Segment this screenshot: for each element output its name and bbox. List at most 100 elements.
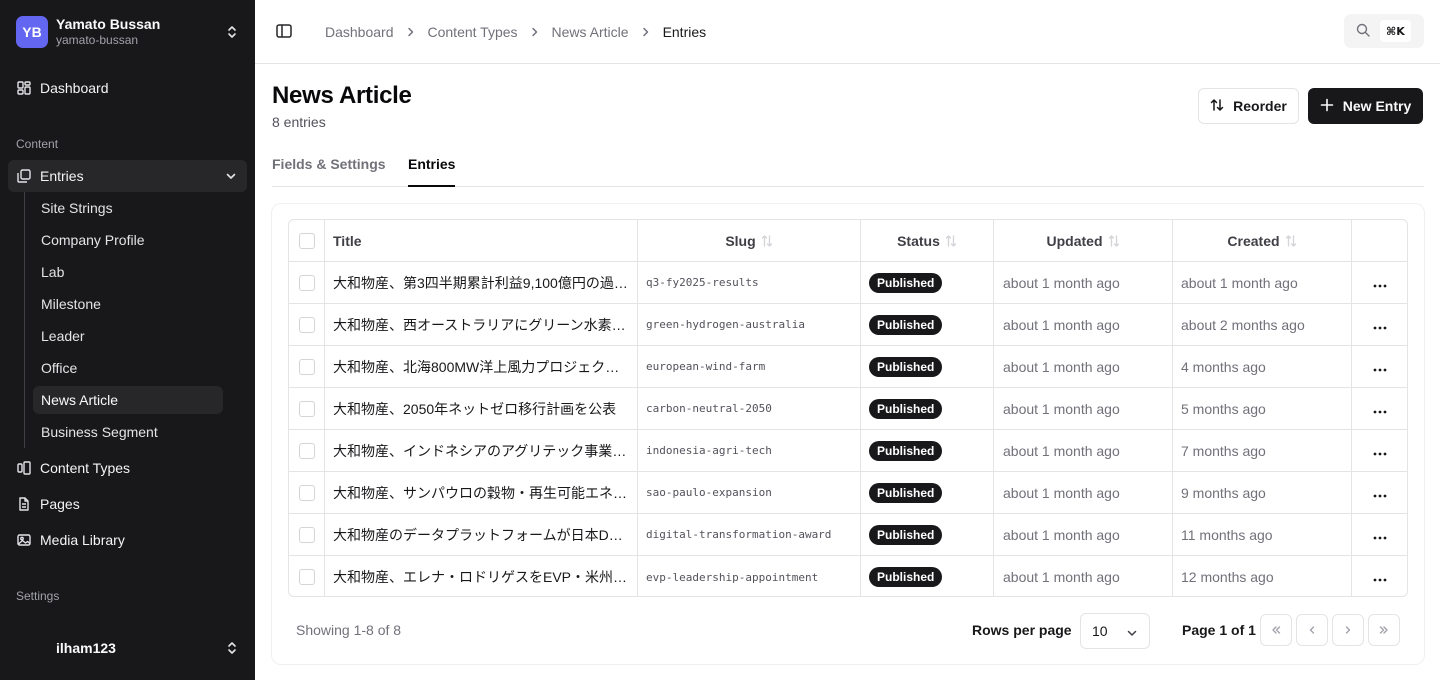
more-actions-icon[interactable] (1373, 317, 1387, 333)
entry-slug: evp-leadership-appointment (646, 570, 819, 584)
row-checkbox[interactable] (298, 484, 315, 501)
chevrons-right-icon (1379, 626, 1388, 634)
sidebar-item-news-article[interactable]: News Article (33, 386, 223, 414)
more-actions-icon[interactable] (1373, 443, 1387, 459)
entry-title[interactable]: 大和物産のデータプラットフォームが日本DX大賞を受賞 (333, 525, 629, 545)
sidebar-item-label: Content Types (40, 460, 131, 476)
file-icon (16, 496, 32, 512)
entry-updated: about 1 month ago (1003, 316, 1120, 333)
table-row[interactable]: 大和物産、西オーストラリアにグリーン水素プラントを建設 green-hydroge… (289, 304, 1407, 346)
entry-title[interactable]: 大和物産、北海800MW洋上風力プロジェクトに参画 (333, 357, 629, 377)
more-actions-icon[interactable] (1373, 275, 1387, 291)
last-page-button[interactable] (1368, 614, 1400, 646)
more-actions-icon[interactable] (1373, 485, 1387, 501)
status-badge: Published (869, 314, 943, 335)
first-page-button[interactable] (1260, 614, 1292, 646)
row-checkbox[interactable] (298, 526, 315, 543)
chevrons-up-down-icon (224, 24, 240, 40)
sidebar-item-site-strings[interactable]: Site Strings (33, 194, 223, 222)
sidebar-item-company-profile[interactable]: Company Profile (33, 226, 223, 254)
status-badge: Published (869, 567, 943, 587)
entry-title[interactable]: 大和物産、第3四半期累計利益9,100億円の過去最高を達成 (333, 273, 629, 293)
chevrons-up-down-icon (224, 640, 240, 656)
entry-created: about 2 months ago (1181, 316, 1305, 333)
sidebar-item-label: Entries (40, 168, 84, 184)
search-shortcut: ⌘K (1380, 20, 1411, 42)
more-actions-icon[interactable] (1373, 359, 1387, 375)
breadcrumb-content-types[interactable]: Content Types (428, 24, 518, 40)
sidebar-item-dashboard[interactable]: Dashboard (8, 72, 247, 104)
more-actions-icon[interactable] (1373, 569, 1387, 585)
entries-table: Title Slug Status Updated Created 大和物産、第… (288, 219, 1408, 597)
row-checkbox[interactable] (298, 442, 315, 459)
column-header-title: Title (325, 220, 638, 261)
chevron-down-icon (225, 169, 237, 185)
column-header-label: Updated (1046, 232, 1103, 249)
table-row[interactable]: 大和物産、エレナ・ロドリゲスをEVP・米州統括に任命 evp-leadership… (289, 556, 1407, 596)
tab-fields-settings[interactable]: Fields & Settings (272, 156, 386, 186)
sidebar-item-media-library[interactable]: Media Library (8, 524, 247, 556)
sidebar-item-lab[interactable]: Lab (33, 258, 223, 286)
column-header-label: Status (897, 232, 940, 249)
entry-updated: about 1 month ago (1003, 442, 1120, 459)
sidebar-item-business-segment[interactable]: Business Segment (33, 418, 223, 446)
previous-page-button[interactable] (1296, 614, 1328, 646)
page-title: News Article (272, 82, 412, 109)
column-header-status[interactable]: Status (861, 220, 994, 261)
new-entry-button[interactable]: New Entry (1308, 88, 1423, 124)
sidebar-item-entries[interactable]: Entries (8, 160, 247, 192)
sidebar-item-content-types[interactable]: Content Types (8, 452, 247, 484)
pagination-summary: Showing 1-8 of 8 (296, 622, 402, 638)
rows-per-page-select[interactable]: 10 (1080, 613, 1150, 649)
workspace-switcher[interactable]: YB Yamato Bussan yamato-bussan (16, 16, 240, 48)
sidebar-toggle-icon[interactable] (275, 22, 293, 40)
sidebar: YB Yamato Bussan yamato-bussan Dashboard… (0, 0, 255, 680)
row-checkbox[interactable] (298, 569, 315, 585)
sidebar-item-label: Media Library (40, 532, 125, 548)
entry-title[interactable]: 大和物産、インドネシアのアグリテック事業に出資 (333, 441, 629, 461)
table-row[interactable]: 大和物産、インドネシアのアグリテック事業に出資 indonesia-agri-te… (289, 430, 1407, 472)
select-all-checkbox[interactable] (298, 232, 315, 249)
column-header-slug[interactable]: Slug (638, 220, 861, 261)
table-row[interactable]: 大和物産、2050年ネットゼロ移行計画を公表 carbon-neutral-205… (289, 388, 1407, 430)
search-button[interactable]: ⌘K (1344, 14, 1424, 48)
entry-title[interactable]: 大和物産、2050年ネットゼロ移行計画を公表 (333, 399, 629, 419)
more-actions-icon[interactable] (1373, 401, 1387, 417)
row-checkbox[interactable] (298, 274, 315, 291)
row-checkbox[interactable] (298, 358, 315, 375)
chevron-right-icon (1345, 626, 1351, 634)
table-row[interactable]: 大和物産、第3四半期累計利益9,100億円の過去最高を達成 q3-fy2025-r… (289, 262, 1407, 304)
reorder-button[interactable]: Reorder (1198, 88, 1299, 124)
breadcrumb-news-article[interactable]: News Article (552, 24, 629, 40)
entry-updated: about 1 month ago (1003, 400, 1120, 417)
column-header-label: Created (1227, 232, 1280, 249)
workspace-name: Yamato Bussan (56, 16, 161, 32)
entry-updated: about 1 month ago (1003, 358, 1120, 375)
table-row[interactable]: 大和物産、サンパウロの穀物・再生可能エネルギー拠点を拡大 sao-paulo-ex… (289, 472, 1407, 514)
next-page-button[interactable] (1332, 614, 1364, 646)
sort-icon (761, 234, 773, 248)
entry-title[interactable]: 大和物産、サンパウロの穀物・再生可能エネルギー拠点を拡大 (333, 483, 629, 503)
column-header-label: Slug (725, 232, 756, 249)
status-badge: Published (869, 398, 943, 419)
sidebar-item-office[interactable]: Office (33, 354, 223, 382)
row-checkbox[interactable] (298, 400, 315, 417)
user-name: ilham123 (56, 640, 116, 656)
sidebar-item-leader[interactable]: Leader (33, 322, 223, 350)
breadcrumb-dashboard[interactable]: Dashboard (325, 24, 394, 40)
more-actions-icon[interactable] (1373, 527, 1387, 543)
column-header-updated[interactable]: Updated (994, 220, 1173, 261)
entry-created: about 1 month ago (1181, 274, 1298, 291)
table-row[interactable]: 大和物産のデータプラットフォームが日本DX大賞を受賞 digital-transf… (289, 514, 1407, 556)
user-menu[interactable]: ilham123 (16, 632, 240, 664)
table-row[interactable]: 大和物産、北海800MW洋上風力プロジェクトに参画 european-wind-f… (289, 346, 1407, 388)
tab-entries[interactable]: Entries (408, 156, 456, 187)
sidebar-item-pages[interactable]: Pages (8, 488, 247, 520)
entry-title[interactable]: 大和物産、西オーストラリアにグリーン水素プラントを建設 (333, 315, 629, 335)
column-header-created[interactable]: Created (1173, 220, 1352, 261)
entry-updated: about 1 month ago (1003, 569, 1120, 585)
row-checkbox[interactable] (298, 316, 315, 333)
sidebar-item-milestone[interactable]: Milestone (33, 290, 223, 318)
entry-title[interactable]: 大和物産、エレナ・ロドリゲスをEVP・米州統括に任命 (333, 567, 629, 587)
entry-updated: about 1 month ago (1003, 274, 1120, 291)
